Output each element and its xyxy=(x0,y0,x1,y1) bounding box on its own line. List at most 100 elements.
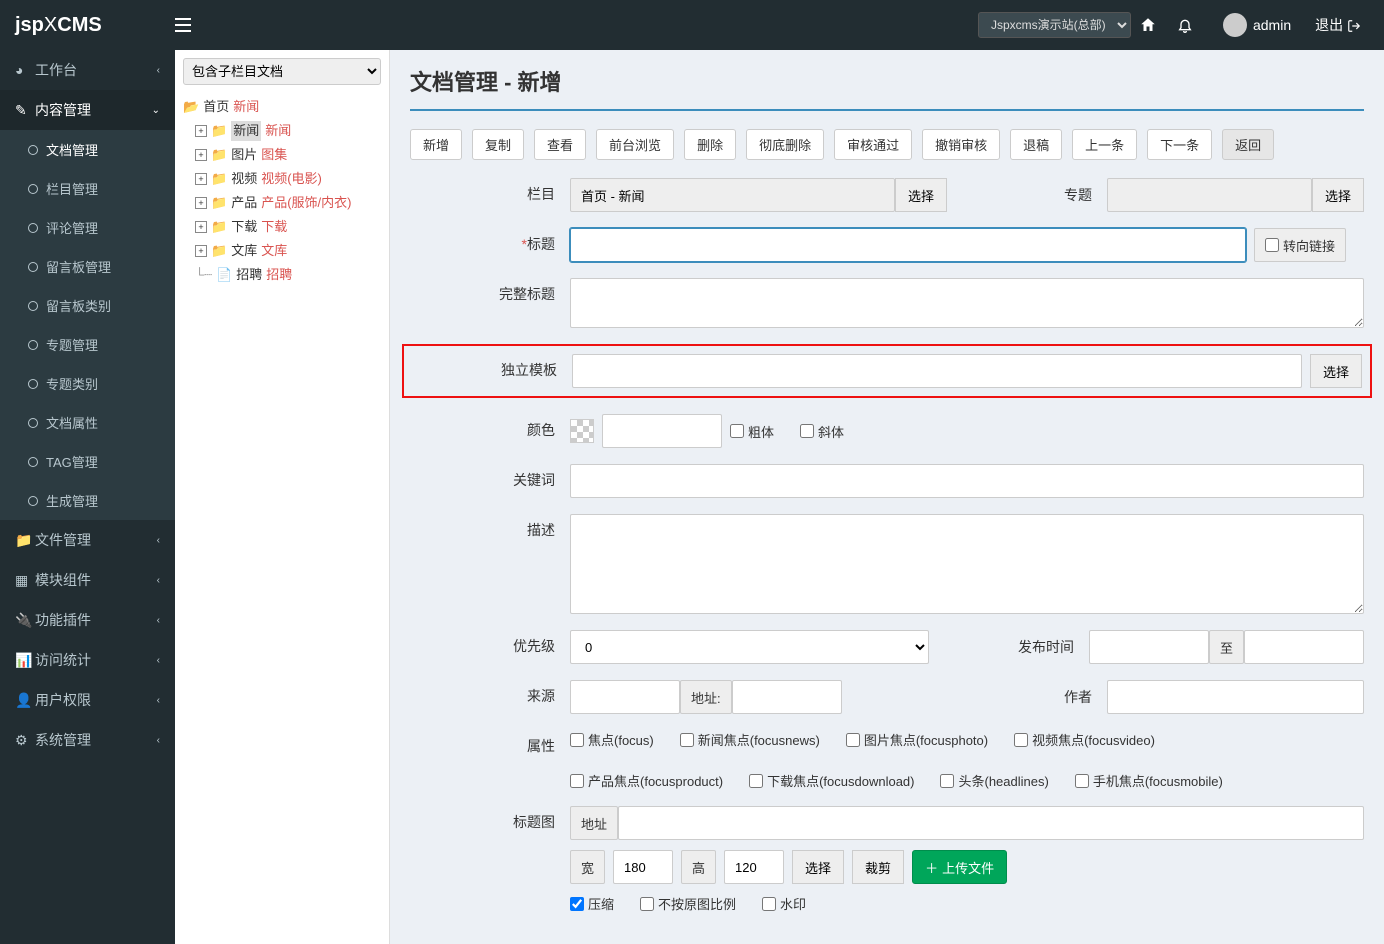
bell-icon[interactable] xyxy=(1177,16,1207,34)
sidebar-sub-guestbook[interactable]: 留言板管理 xyxy=(0,247,175,286)
logout-button[interactable]: 退出 xyxy=(1307,15,1369,35)
attr-focusdownload[interactable]: 下载焦点(focusdownload) xyxy=(749,771,914,790)
template-input[interactable] xyxy=(572,354,1302,388)
row-title: *标题 转向链接 xyxy=(410,228,1364,262)
tree-node-recruit[interactable]: └┈📄招聘招聘 xyxy=(183,263,381,287)
tree-node-library[interactable]: +📁文库文库 xyxy=(183,239,381,263)
unapprove-button[interactable]: 撤销审核 xyxy=(922,129,1000,160)
keyword-input[interactable] xyxy=(570,464,1364,498)
back-button[interactable]: 返回 xyxy=(1222,129,1274,160)
sidebar-item-workbench[interactable]: ◕工作台‹ xyxy=(0,50,175,90)
compress-checkbox[interactable]: 压缩 xyxy=(570,894,614,913)
to-label: 至 xyxy=(1209,630,1244,664)
attr-focusvideo[interactable]: 视频焦点(focusvideo) xyxy=(1014,730,1155,749)
sidebar-sub-column[interactable]: 栏目管理 xyxy=(0,169,175,208)
menu-toggle[interactable] xyxy=(175,18,215,32)
template-highlight-box: 独立模板 选择 xyxy=(402,344,1372,398)
topic-select-button[interactable]: 选择 xyxy=(1312,178,1364,212)
tree-node-product[interactable]: +📁产品产品(服饰/内衣) xyxy=(183,191,381,215)
reject-button[interactable]: 退稿 xyxy=(1010,129,1062,160)
source-label: 来源 xyxy=(410,680,570,706)
sidebar-sub-doc-attr[interactable]: 文档属性 xyxy=(0,403,175,442)
crop-button[interactable]: 裁剪 xyxy=(852,850,904,884)
attr-focusmobile[interactable]: 手机焦点(focusmobile) xyxy=(1075,771,1223,790)
sidebar-sub-guestbook-type[interactable]: 留言板类别 xyxy=(0,286,175,325)
attr-focusproduct[interactable]: 产品焦点(focusproduct) xyxy=(570,771,723,790)
attr-focusphoto[interactable]: 图片焦点(focusphoto) xyxy=(846,730,988,749)
avatar-icon xyxy=(1223,13,1247,37)
redirect-link-checkbox[interactable]: 转向链接 xyxy=(1254,228,1346,262)
image-url-label: 地址 xyxy=(570,806,618,840)
publish-from-input[interactable] xyxy=(1089,630,1209,664)
priority-select[interactable]: 0 xyxy=(570,630,929,664)
preview-button[interactable]: 前台浏览 xyxy=(596,129,674,160)
template-label: 独立模板 xyxy=(412,354,572,380)
width-input[interactable] xyxy=(613,850,673,884)
site-select[interactable]: Jspxcms演示站(总部) xyxy=(978,12,1131,38)
source-url-input[interactable] xyxy=(732,680,842,714)
tree-panel: 包含子栏目文档 📂首页新闻 +📁新闻新闻 +📁图片图集 +📁视频视频(电影) +… xyxy=(175,50,390,944)
bold-checkbox[interactable]: 粗体 xyxy=(730,422,774,441)
add-button[interactable]: 新增 xyxy=(410,129,462,160)
sidebar-item-sys[interactable]: ⚙系统管理‹ xyxy=(0,720,175,760)
height-input[interactable] xyxy=(724,850,784,884)
template-select-button[interactable]: 选择 xyxy=(1310,354,1362,388)
author-input[interactable] xyxy=(1107,680,1364,714)
title-input[interactable] xyxy=(570,228,1246,262)
plus-icon: ＋ xyxy=(925,858,938,877)
column-label: 栏目 xyxy=(410,178,570,204)
full-title-label: 完整标题 xyxy=(410,278,570,304)
topic-input xyxy=(1107,178,1312,212)
page-title: 文档管理 - 新增 xyxy=(410,65,1364,97)
italic-checkbox[interactable]: 斜体 xyxy=(800,422,844,441)
column-input xyxy=(570,178,895,212)
sidebar-sub-doc[interactable]: 文档管理 xyxy=(0,130,175,169)
row-column-topic: 栏目 选择 专题 选择 xyxy=(410,178,1364,212)
sidebar-item-content[interactable]: ✎内容管理⌄ xyxy=(0,90,175,130)
prev-button[interactable]: 上一条 xyxy=(1072,129,1137,160)
image-url-input[interactable] xyxy=(618,806,1364,840)
row-priority-publish: 优先级 0 发布时间 至 xyxy=(410,630,1364,664)
upload-button[interactable]: ＋上传文件 xyxy=(912,850,1007,884)
user-menu[interactable]: admin xyxy=(1215,13,1299,37)
width-label: 宽 xyxy=(570,850,605,884)
watermark-checkbox[interactable]: 水印 xyxy=(762,894,806,913)
delete-button[interactable]: 删除 xyxy=(684,129,736,160)
copy-button[interactable]: 复制 xyxy=(472,129,524,160)
sidebar-sub-tag[interactable]: TAG管理 xyxy=(0,442,175,481)
source-input[interactable] xyxy=(570,680,680,714)
home-icon[interactable] xyxy=(1139,16,1169,34)
sidebar-item-module[interactable]: ▦模块组件‹ xyxy=(0,560,175,600)
tree-scope-select[interactable]: 包含子栏目文档 xyxy=(183,58,381,85)
approve-button[interactable]: 审核通过 xyxy=(834,129,912,160)
sidebar-item-file[interactable]: 📁文件管理‹ xyxy=(0,520,175,560)
publish-to-input[interactable] xyxy=(1244,630,1364,664)
logo: jspXCMS xyxy=(0,14,175,37)
tree-node-news[interactable]: +📁新闻新闻 xyxy=(183,119,381,143)
no-ratio-checkbox[interactable]: 不按原图比例 xyxy=(640,894,736,913)
sidebar-item-stats[interactable]: 📊访问统计‹ xyxy=(0,640,175,680)
sidebar-sub-topic-type[interactable]: 专题类别 xyxy=(0,364,175,403)
title-image-label: 标题图 xyxy=(410,806,570,832)
next-button[interactable]: 下一条 xyxy=(1147,129,1212,160)
attr-focus[interactable]: 焦点(focus) xyxy=(570,730,654,749)
full-title-input[interactable] xyxy=(570,278,1364,328)
sidebar-item-plugin[interactable]: 🔌功能插件‹ xyxy=(0,600,175,640)
tree-node-home[interactable]: 📂首页新闻 xyxy=(183,95,381,119)
sidebar-item-user[interactable]: 👤用户权限‹ xyxy=(0,680,175,720)
color-swatch[interactable] xyxy=(570,419,594,443)
view-button[interactable]: 查看 xyxy=(534,129,586,160)
column-select-button[interactable]: 选择 xyxy=(895,178,947,212)
sidebar-sub-comment[interactable]: 评论管理 xyxy=(0,208,175,247)
sidebar-sub-topic[interactable]: 专题管理 xyxy=(0,325,175,364)
attr-headlines[interactable]: 头条(headlines) xyxy=(940,771,1048,790)
attr-focusnews[interactable]: 新闻焦点(focusnews) xyxy=(680,730,820,749)
image-select-button[interactable]: 选择 xyxy=(792,850,844,884)
color-input[interactable] xyxy=(602,414,722,448)
sidebar-sub-gen[interactable]: 生成管理 xyxy=(0,481,175,520)
desc-input[interactable] xyxy=(570,514,1364,614)
tree-node-download[interactable]: +📁下载下载 xyxy=(183,215,381,239)
tree-node-video[interactable]: +📁视频视频(电影) xyxy=(183,167,381,191)
purge-button[interactable]: 彻底删除 xyxy=(746,129,824,160)
tree-node-image[interactable]: +📁图片图集 xyxy=(183,143,381,167)
